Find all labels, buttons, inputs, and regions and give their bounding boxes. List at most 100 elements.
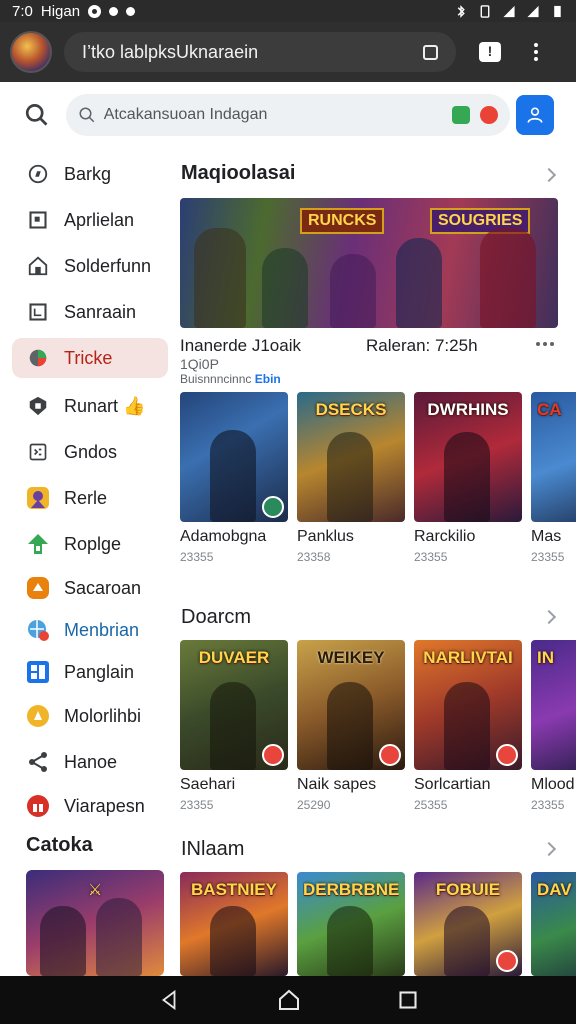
sidebar-item-label: Sanraain (64, 301, 137, 322)
search-input[interactable]: Atcakansuoan Indagan (65, 94, 511, 136)
game-card[interactable]: WEIKEY Naik sapes 25290 (297, 640, 405, 812)
game-card-meta: 23355 (531, 550, 565, 564)
game-card-title: Sorlcartian (414, 776, 491, 793)
section-title-1: Maqioolasai (181, 162, 296, 184)
game-card-title: Rarckilio (414, 528, 476, 545)
more-horiz-icon[interactable] (536, 342, 554, 346)
home-nav-icon[interactable] (277, 988, 301, 1012)
browser-toolbar: I’tko lablpksUknaraein (0, 22, 576, 82)
game-logo: DERBRBNE (303, 880, 399, 899)
back-icon[interactable] (158, 989, 180, 1011)
shield-check-icon[interactable] (452, 106, 471, 124)
category-sidebar: Barkg Aprlielan Solderfunn Sanraain Tric… (0, 150, 176, 976)
sidebar-item-runart[interactable]: Runart 👍 (12, 386, 168, 426)
browser-menu-button[interactable] (516, 32, 556, 72)
game-card[interactable]: DERBRBNE (297, 872, 405, 976)
sidebar-item-rerle[interactable]: Rerle (12, 478, 168, 518)
chevron-right-icon[interactable] (541, 841, 557, 857)
sidebar-item-panglain[interactable]: Panglain (12, 652, 168, 692)
game-card[interactable]: IN Mlood 23355 (531, 640, 576, 812)
character-art (444, 432, 490, 522)
game-card-title: Saehari (180, 776, 236, 793)
game-card-meta: 25290 (297, 798, 331, 812)
recents-icon[interactable] (398, 990, 418, 1010)
location-pin-icon[interactable] (480, 106, 499, 124)
banner-title: Inanerde J1oaik (180, 336, 301, 355)
banner-subtitle: 1Qi0P (180, 356, 219, 372)
game-logo: BASTNIEY (191, 880, 277, 899)
sidebar-item-label: Tricke (64, 347, 113, 368)
search-row: Atcakansuoan Indagan (0, 82, 576, 148)
vibrate-icon (480, 4, 490, 18)
sidebar-item-sacaroan[interactable]: Sacaroan (12, 568, 168, 608)
address-bar[interactable]: I’tko lablpksUknaraein (64, 32, 456, 72)
game-card[interactable]: DUVAER Saehari 23355 (180, 640, 288, 812)
sidebar-item-molorlihbi[interactable]: Molorlihbi (12, 696, 168, 736)
platform-badge-icon (262, 496, 284, 518)
platform-badge-icon (379, 744, 401, 766)
sidebar-item-gndos[interactable]: Gndos (12, 432, 168, 472)
tab-switcher-icon[interactable] (423, 44, 438, 60)
character-art (96, 898, 142, 976)
status-time: 7:0 (12, 2, 33, 20)
game-card[interactable]: DWRHINS Rarckilio 23355 (414, 392, 522, 564)
sidebar-item-barkg[interactable]: Barkg (12, 154, 168, 194)
banner-caption-link[interactable]: Ebin (255, 372, 281, 386)
account-button[interactable] (516, 95, 554, 135)
sidebar-item-tricke[interactable]: Tricke (12, 338, 168, 378)
upload-icon (26, 532, 50, 556)
sidebar-item-solderfunn[interactable]: Solderfunn (12, 246, 168, 286)
game-card-image: NARLIVTAI (414, 640, 522, 770)
search-field-icon (79, 107, 94, 123)
chevron-right-icon[interactable] (541, 609, 557, 625)
sidebar-item-sanraain[interactable]: Sanraain (12, 292, 168, 332)
site-favicon[interactable] (10, 31, 52, 73)
sidebar-item-label: Menbrian (64, 619, 140, 640)
sidebar-item-label: Barkg (64, 163, 112, 184)
window-icon (26, 300, 50, 324)
banner-release: Raleran: 7:25h (366, 336, 478, 355)
character-art (327, 906, 373, 976)
sidebar-item-menbrian[interactable]: Menbrian (12, 610, 168, 650)
game-card[interactable]: CA Mas 23355 (531, 392, 576, 564)
banner-logo: RUNCKS (300, 208, 385, 234)
platform-badge-icon (496, 950, 518, 972)
game-card-image: CA (531, 392, 576, 522)
sidebar-item-aprlielan[interactable]: Aprlielan (12, 200, 168, 240)
featured-game-thumbnail[interactable]: ⚔ (26, 870, 164, 976)
sidebar-item-label: Panglain (64, 661, 135, 682)
game-card-title: Mlood (531, 776, 575, 793)
cell-signal-icon (527, 5, 539, 17)
game-card-title: Mas (531, 528, 562, 545)
medal-icon (26, 704, 50, 728)
character-art (327, 682, 373, 770)
character-art (327, 432, 373, 522)
game-card[interactable]: BASTNIEY (180, 872, 288, 976)
sidebar-item-roplge[interactable]: Roplge (12, 524, 168, 564)
game-logo: NARLIVTAI (423, 648, 513, 667)
search-icon[interactable] (24, 102, 50, 128)
feedback-button[interactable] (470, 32, 510, 72)
character-art (444, 906, 490, 976)
game-card[interactable]: DAV (531, 872, 576, 976)
game-card[interactable]: Adamobgna 23355 (180, 392, 288, 564)
sidebar-item-label: Hanoe (64, 751, 118, 772)
character-art (330, 254, 376, 328)
wifi-signal-icon (503, 5, 515, 17)
game-card-image: DERBRBNE (297, 872, 405, 976)
game-card[interactable]: DSECKS Panklus 23358 (297, 392, 405, 564)
sidebar-item-hanoe[interactable]: Hanoe (12, 742, 168, 782)
section-title-catoka: Catoka (26, 834, 93, 856)
character-art (262, 248, 308, 328)
notification-dot-icon (109, 6, 119, 16)
game-card[interactable]: FOBUIE (414, 872, 522, 976)
game-card[interactable]: NARLIVTAI Sorlcartian 25355 (414, 640, 522, 812)
game-card-image: IN (531, 640, 576, 770)
game-card-image: DUVAER (180, 640, 288, 770)
chevron-right-icon[interactable] (541, 167, 557, 183)
sidebar-item-label: Molorlihbi (64, 705, 142, 726)
sidebar-item-label: Gndos (64, 441, 118, 462)
sidebar-item-viarapesn[interactable]: Viarapesn (12, 786, 168, 826)
game-logo: IN (537, 648, 554, 667)
featured-banner[interactable]: RUNCKS SOUGRIES (180, 198, 558, 328)
